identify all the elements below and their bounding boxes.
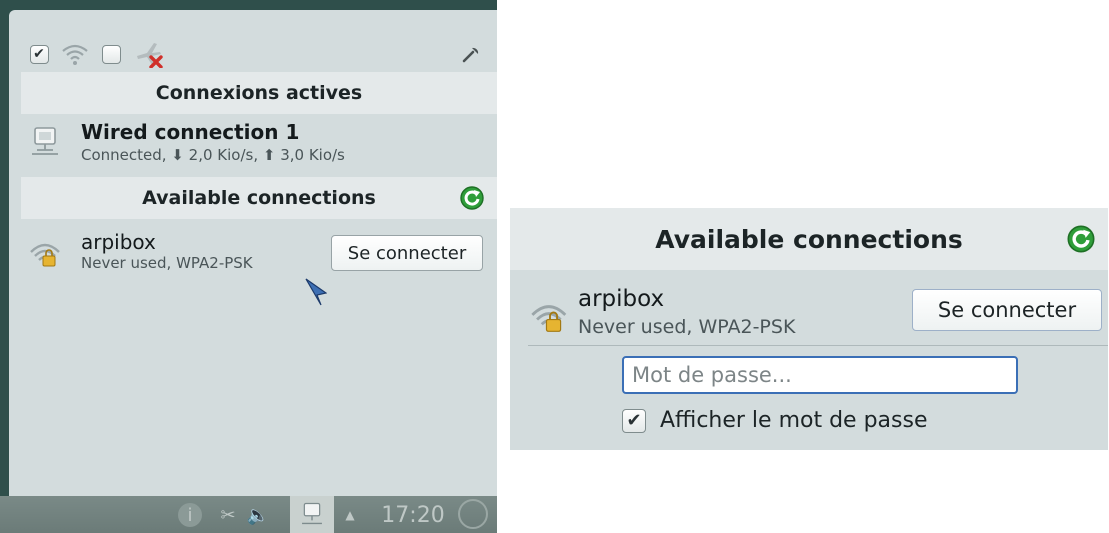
available-connections-header: Available connections — [510, 208, 1108, 270]
wired-connection-name: Wired connection 1 — [81, 120, 300, 144]
info-icon[interactable]: i — [178, 503, 202, 527]
secure-wifi-icon — [29, 236, 63, 274]
password-input[interactable] — [622, 356, 1018, 394]
wifi-password-detail: Available connections arpibox Never used… — [510, 208, 1108, 450]
mouse-pointer-icon — [305, 278, 328, 310]
show-password-option[interactable]: ✔ Afficher le mot de passe — [622, 408, 927, 433]
wired-network-icon — [29, 126, 61, 164]
network-popup: ✔ Connexions actives Wired connection 1 … — [9, 10, 497, 496]
network-applet-screenshot: ✔ Connexions actives Wired connection 1 … — [0, 0, 497, 533]
wifi-connection-status: Never used, WPA2-PSK — [578, 316, 796, 338]
show-password-label: Afficher le mot de passe — [660, 408, 928, 433]
mobile-broadband-checkbox[interactable] — [101, 44, 121, 64]
secure-wifi-icon — [530, 296, 570, 340]
wifi-connection-row[interactable]: arpibox Never used, WPA2-PSK Se connecte… — [21, 224, 497, 280]
mobile-broadband-toggle[interactable] — [95, 38, 127, 70]
show-password-checkbox[interactable]: ✔ — [622, 408, 646, 433]
network-tray-icon[interactable] — [290, 496, 334, 533]
networking-toggle[interactable]: ✔ — [23, 38, 55, 70]
volume-icon[interactable]: 🔈 — [244, 503, 272, 527]
clock[interactable]: 17:20 — [370, 503, 456, 528]
expand-tray-icon[interactable]: ▲ — [344, 503, 356, 527]
wired-connection-row[interactable]: Wired connection 1 Connected, ⬇ 2,0 Kio/… — [21, 120, 497, 176]
active-connections-header: Connexions actives — [21, 72, 497, 114]
refresh-icon[interactable] — [459, 185, 485, 216]
wifi-connection-status: Never used, WPA2-PSK — [81, 254, 253, 272]
wired-connection-status: Connected, ⬇ 2,0 Kio/s, ⬆ 3,0 Kio/s — [81, 146, 345, 164]
airplane-disabled-icon[interactable] — [133, 38, 165, 70]
wifi-icon[interactable] — [59, 38, 91, 70]
available-connections-header: Available connections — [21, 177, 497, 219]
divider — [528, 345, 1108, 346]
available-connections-title: Available connections — [655, 224, 963, 254]
connect-button[interactable]: Se connecter — [331, 235, 483, 271]
logout-icon[interactable] — [458, 499, 488, 529]
wifi-connection-name: arpibox — [578, 286, 665, 312]
system-tray: i ✂ 🔈 ▲ 17:20 — [0, 496, 497, 533]
wrench-icon[interactable] — [455, 38, 487, 70]
connect-button[interactable]: Se connecter — [912, 289, 1102, 331]
wifi-connection-name: arpibox — [81, 230, 156, 254]
refresh-icon[interactable] — [1066, 224, 1096, 260]
applet-toolbar: ✔ — [9, 10, 497, 80]
klipper-icon[interactable]: ✂ — [216, 503, 240, 527]
available-connections-title: Available connections — [142, 187, 376, 209]
networking-checkbox[interactable]: ✔ — [29, 44, 49, 64]
info-text: i — [187, 504, 193, 526]
